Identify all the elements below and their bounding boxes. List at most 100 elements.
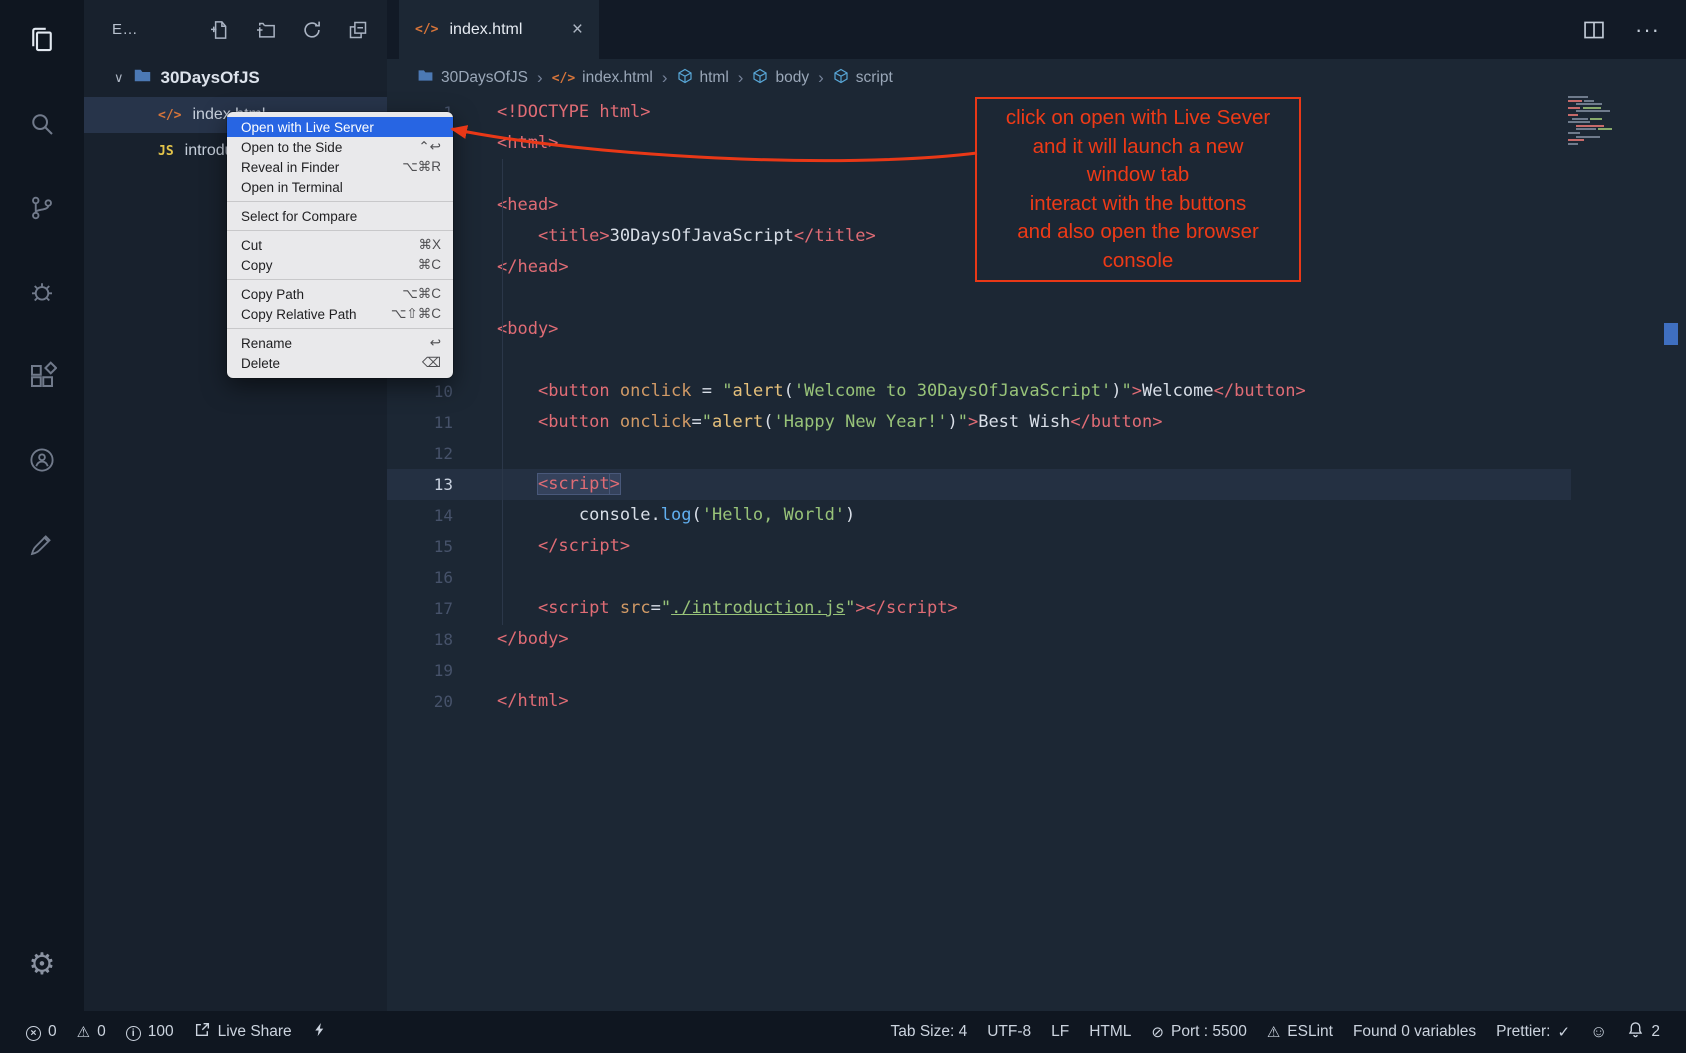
search-icon[interactable] [18,100,66,148]
testing-icon[interactable] [18,520,66,568]
code-line-18[interactable]: 18</body> [387,624,1571,655]
status-live-server-port[interactable]: ⊘Port : 5500 [1141,1023,1256,1042]
line-number: 14 [387,500,453,531]
minimap-row [1568,132,1660,134]
code-line-7[interactable]: 7 [387,283,1571,314]
settings-gear-icon[interactable]: ⚙ [18,941,66,989]
run-debug-icon[interactable] [18,268,66,316]
menu-item-reveal-in-finder[interactable]: Reveal in Finder⌥⌘R [227,157,453,177]
activity-bar-top [18,16,66,568]
code-line-10[interactable]: 10 <button onclick = "alert('Welcome to … [387,376,1571,407]
status-notifications[interactable]: 2 [1617,1021,1670,1043]
explorer-header: E… [84,0,387,59]
refresh-icon[interactable] [301,19,323,41]
status-label: Found 0 variables [1353,1023,1476,1041]
code-line-12[interactable]: 12 [387,438,1571,469]
menu-item-shortcut: ⌥⌘R [402,159,441,175]
code-line-14[interactable]: 14 console.log('Hello, World') [387,500,1571,531]
menu-item-label: Select for Compare [241,209,357,224]
status-label: Live Share [218,1023,292,1041]
chevron-down-icon: ∨ [114,70,124,86]
status-warnings[interactable]: ⚠0 [67,1023,116,1042]
status-errors[interactable]: ×0 [16,1023,67,1041]
status-feedback[interactable]: ☺ [1580,1022,1617,1042]
code-line-19[interactable]: 19 [387,655,1571,686]
code-content [453,655,497,686]
status-label: UTF-8 [987,1023,1031,1041]
menu-item-copy-relative-path[interactable]: Copy Relative Path⌥⇧⌘C [227,304,453,324]
code-content: <title>30DaysOfJavaScript</title> [453,221,876,252]
tab-close-icon[interactable]: × [572,19,583,41]
info-icon: i [126,1023,141,1041]
more-icon[interactable]: ··· [1635,17,1660,43]
status-encoding[interactable]: UTF-8 [977,1023,1041,1041]
breadcrumb-item-html[interactable]: html [677,68,729,89]
explorer-icon[interactable] [18,16,66,64]
code-line-16[interactable]: 16 [387,562,1571,593]
menu-item-shortcut: ⌘C [418,257,441,273]
code-content: <body> [453,314,558,345]
live-share-icon[interactable] [18,436,66,484]
code-line-9[interactable]: 9 [387,345,1571,376]
minimap-row [1568,128,1660,130]
source-control-icon[interactable] [18,184,66,232]
breadcrumb-item-30DaysOfJS[interactable]: 30DaysOfJS [417,67,528,89]
code-content: <script src="./introduction.js"></script… [453,593,958,624]
breadcrumb-item-body[interactable]: body [752,68,809,89]
status-quick-action[interactable] [302,1021,337,1043]
code-line-13[interactable]: 13 <script> [387,469,1571,500]
status-eol[interactable]: LF [1041,1023,1079,1041]
scrollbar-marker[interactable] [1664,323,1678,345]
breadcrumb-item-index.html[interactable]: </>index.html [552,69,653,87]
status-tab-size[interactable]: Tab Size: 4 [881,1023,978,1041]
annotation-line: and it will launch a new [979,133,1297,162]
menu-item-copy[interactable]: Copy⌘C [227,255,453,275]
menu-item-cut[interactable]: Cut⌘X [227,235,453,255]
collapse-all-icon[interactable] [347,19,369,41]
menu-item-open-with-live-server[interactable]: Open with Live Server [227,117,453,137]
breadcrumb-label: html [700,69,729,87]
menu-item-open-in-terminal[interactable]: Open in Terminal [227,177,453,197]
new-file-icon[interactable] [209,19,231,41]
code-line-11[interactable]: 11 <button onclick="alert('Happy New Yea… [387,407,1571,438]
zap-icon [312,1021,327,1043]
minimap[interactable] [1568,96,1660,146]
breadcrumb-label: script [856,69,893,87]
root-folder-label: 30DaysOfJS [161,68,260,88]
code-line-20[interactable]: 20</html> [387,686,1571,717]
menu-item-copy-path[interactable]: Copy Path⌥⌘C [227,284,453,304]
new-folder-icon[interactable] [255,19,277,41]
menu-item-delete[interactable]: Delete⌫ [227,353,453,373]
code-line-8[interactable]: 8<body> [387,314,1571,345]
folder-root-row[interactable]: ∨ 30DaysOfJS [84,59,387,97]
code-line-15[interactable]: 15 </script> [387,531,1571,562]
menu-item-select-for-compare[interactable]: Select for Compare [227,206,453,226]
status-label: 0 [97,1023,106,1041]
status-prettier[interactable]: Prettier:✓ [1486,1023,1580,1042]
menu-item-open-to-the-side[interactable]: Open to the Side⌃↩ [227,137,453,157]
tab-index-html[interactable]: </> index.html × [399,0,599,59]
status-language-mode[interactable]: HTML [1079,1023,1141,1041]
line-number: 18 [387,624,453,655]
breadcrumb-separator: › [738,68,744,88]
extensions-icon[interactable] [18,352,66,400]
line-number: 19 [387,655,453,686]
symbol-icon [752,68,768,89]
split-editor-icon[interactable] [1583,19,1605,41]
live-share-icon [194,1021,211,1043]
indent-guide [502,159,503,625]
annotation-box: click on open with Live Severand it will… [975,97,1301,282]
code-content: console.log('Hello, World') [453,500,855,531]
code-line-17[interactable]: 17 <script src="./introduction.js"></scr… [387,593,1571,624]
status-eslint[interactable]: ⚠ESLint [1257,1023,1343,1042]
warning-icon: ⚠ [1267,1023,1280,1042]
status-label: 2 [1651,1023,1660,1041]
line-number: 20 [387,686,453,717]
status-info-count[interactable]: i100 [116,1023,184,1041]
status-live-share[interactable]: Live Share [184,1021,302,1043]
context-menu: Open with Live ServerOpen to the Side⌃↩R… [227,112,453,378]
breadcrumb-item-script[interactable]: script [833,68,893,89]
annotation-line: interact with the buttons [979,190,1297,219]
menu-item-rename[interactable]: Rename↩ [227,333,453,353]
status-variables[interactable]: Found 0 variables [1343,1023,1486,1041]
